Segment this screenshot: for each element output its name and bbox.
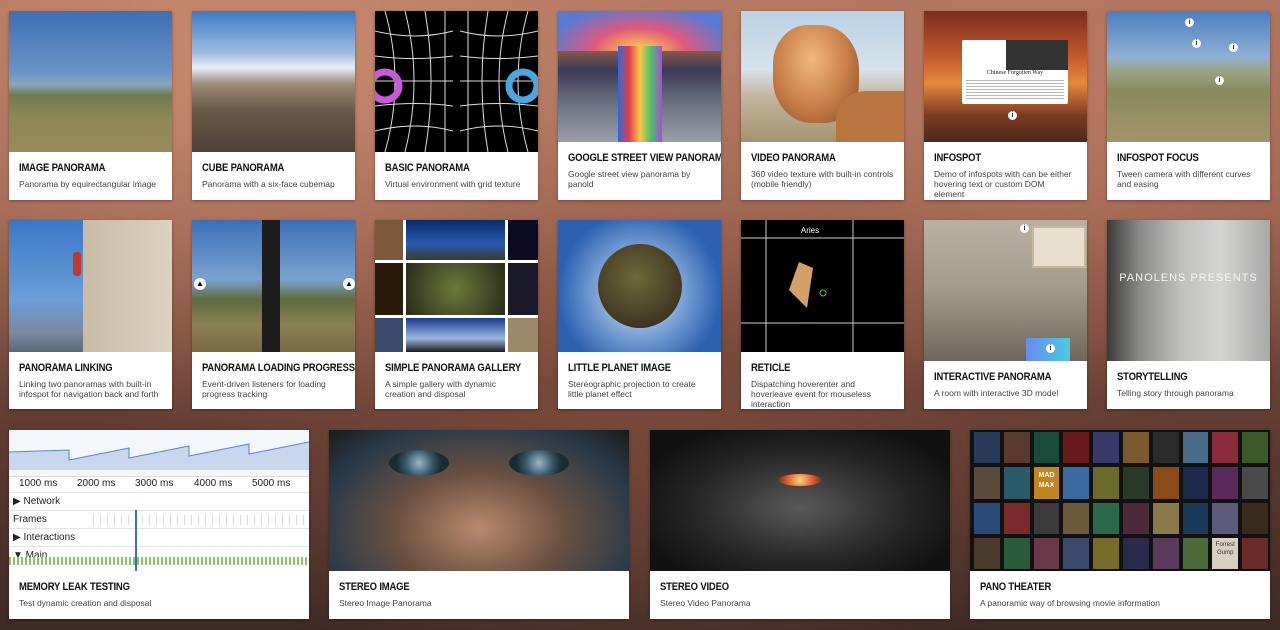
card-thumbnail: PANOLENS PRESENTS xyxy=(1107,220,1270,361)
card-description: Demo of infospots with can be either hov… xyxy=(934,169,1072,199)
card-description: 360 video texture with built-in controls… xyxy=(751,169,894,189)
card-description: A panoramic way of browsing movie inform… xyxy=(980,598,1160,608)
card-description: Stereo Image Panorama xyxy=(339,598,432,608)
card-title: STEREO VIDEO xyxy=(660,581,729,593)
interactions-row-label[interactable]: ▶ Interactions xyxy=(13,532,75,543)
info-icon[interactable]: i xyxy=(1192,39,1201,48)
card-title: MEMORY LEAK TESTING xyxy=(19,581,130,593)
card-description: Panorama with a six-face cubemap xyxy=(202,179,335,189)
card-video-panorama[interactable]: VIDEO PANORAMA 360 video texture with bu… xyxy=(741,11,904,200)
timeline-tick: 5000 ms xyxy=(252,478,291,489)
info-icon[interactable]: i xyxy=(1185,18,1194,27)
card-title: PANO THEATER xyxy=(980,581,1052,593)
card-stereo-image[interactable]: STEREO IMAGE Stereo Image Panorama xyxy=(329,430,629,619)
card-panorama-loading-progress[interactable]: ▲ ▲ PANORAMA LOADING PROGRESS Event-driv… xyxy=(192,220,355,409)
network-row-label[interactable]: ▶ Network xyxy=(13,496,60,507)
card-title: IMAGE PANORAMA xyxy=(19,162,106,174)
card-title: RETICLE xyxy=(751,362,791,374)
card-thumbnail xyxy=(375,220,538,352)
card-memory-leak-testing[interactable]: 1000 ms 2000 ms 3000 ms 4000 ms 5000 ms … xyxy=(9,430,309,619)
card-thumbnail: 1000 ms 2000 ms 3000 ms 4000 ms 5000 ms … xyxy=(9,430,309,571)
frames-row-label: Frames xyxy=(13,514,47,525)
card-thumbnail: Chinese Forgotten Way i xyxy=(924,11,1087,142)
card-title: CUBE PANORAMA xyxy=(202,162,285,174)
card-title: VIDEO PANORAMA xyxy=(751,152,836,164)
movie-poster[interactable]: MAD MAX xyxy=(1033,467,1060,499)
card-thumbnail xyxy=(558,220,721,352)
card-title: BASIC PANORAMA xyxy=(385,162,470,174)
arrow-up-icon[interactable]: ▲ xyxy=(194,278,206,290)
card-description: Virtual environment with grid texture xyxy=(385,179,521,189)
card-thumbnail: ▲ ▲ xyxy=(192,220,355,352)
card-description: Tween camera with different curves and e… xyxy=(1117,169,1251,189)
card-cube-panorama[interactable]: CUBE PANORAMA Panorama with a six-face c… xyxy=(192,11,355,200)
card-thumbnail: i i i i xyxy=(1107,11,1270,142)
card-description: Google street view panorama by panold xyxy=(568,169,691,189)
card-thumbnail xyxy=(375,11,538,152)
card-title: GOOGLE STREET VIEW PANORAMA xyxy=(568,152,721,164)
card-thumbnail xyxy=(9,220,172,352)
card-image-panorama[interactable]: IMAGE PANORAMA Panorama by equirectangul… xyxy=(9,11,172,200)
arrow-up-icon[interactable]: ▲ xyxy=(343,278,355,290)
card-title: INTERACTIVE PANORAMA xyxy=(934,371,1052,383)
infospot-popup-heading: Chinese Forgotten Way xyxy=(986,70,1044,76)
card-infospot[interactable]: Chinese Forgotten Way i INFOSPOT Demo of… xyxy=(924,11,1087,200)
movie-poster[interactable]: Forrest Gump xyxy=(1212,537,1239,569)
card-description: Dispatching hoverenter and hoverleave ev… xyxy=(751,379,872,409)
card-description: Panorama by equirectangular image xyxy=(19,179,157,189)
card-basic-panorama[interactable]: BASIC PANORAMA Virtual environment with … xyxy=(375,11,538,200)
card-title: LITTLE PLANET IMAGE xyxy=(568,362,671,374)
reticle-label: Aries xyxy=(800,226,820,235)
card-thumbnail xyxy=(558,11,721,142)
card-description: A simple gallery with dynamic creation a… xyxy=(385,379,497,399)
card-thumbnail xyxy=(192,11,355,152)
card-interactive-panorama[interactable]: i i INTERACTIVE PANORAMA A room with int… xyxy=(924,220,1087,409)
card-title: SIMPLE PANORAMA GALLERY xyxy=(385,362,522,374)
memory-graph xyxy=(9,430,309,477)
timeline-tick: 3000 ms xyxy=(135,478,174,489)
infospot-popup: Chinese Forgotten Way xyxy=(962,40,1068,104)
card-thumbnail xyxy=(650,430,950,571)
card-storytelling[interactable]: PANOLENS PRESENTS STORYTELLING Telling s… xyxy=(1107,220,1270,409)
card-title: STORYTELLING xyxy=(1117,371,1188,383)
card-title: STEREO IMAGE xyxy=(339,581,410,593)
card-thumbnail xyxy=(9,11,172,152)
card-description: Stereo Video Panorama xyxy=(660,598,751,608)
card-title: INFOSPOT FOCUS xyxy=(1117,152,1199,164)
card-thumbnail: i i xyxy=(924,220,1087,361)
info-icon[interactable]: i xyxy=(1215,76,1224,85)
card-thumbnail xyxy=(741,11,904,142)
info-icon[interactable]: i xyxy=(1020,224,1029,233)
card-description: Stereographic projection to create littl… xyxy=(568,379,696,399)
card-title: PANORAMA LOADING PROGRESS xyxy=(202,362,355,374)
info-icon[interactable]: i xyxy=(1008,111,1017,120)
info-icon[interactable]: i xyxy=(1229,43,1238,52)
card-title: INFOSPOT xyxy=(934,152,981,164)
timeline-tick: 4000 ms xyxy=(194,478,233,489)
storytelling-overlay-text: PANOLENS PRESENTS xyxy=(1119,272,1258,284)
timeline-tick: 1000 ms xyxy=(19,478,58,489)
card-description: Linking two panoramas with built-in info… xyxy=(19,379,159,399)
card-description: Telling story through panorama xyxy=(1117,388,1234,398)
card-stereo-video[interactable]: STEREO VIDEO Stereo Video Panorama xyxy=(650,430,950,619)
card-reticle[interactable]: Aries RETICLE Dispatching hoverenter and… xyxy=(741,220,904,409)
card-panorama-linking[interactable]: PANORAMA LINKING Linking two panoramas w… xyxy=(9,220,172,409)
info-icon[interactable]: i xyxy=(1046,344,1055,353)
performance-timeline: 1000 ms 2000 ms 3000 ms 4000 ms 5000 ms … xyxy=(9,430,309,571)
card-description: Test dynamic creation and disposal xyxy=(19,598,152,608)
card-thumbnail: MAD MAX Forrest Gump xyxy=(970,430,1270,571)
card-description: A room with interactive 3D model xyxy=(934,388,1059,398)
card-simple-panorama-gallery[interactable]: SIMPLE PANORAMA GALLERY A simple gallery… xyxy=(375,220,538,409)
grid-texture xyxy=(375,11,538,152)
card-title: PANORAMA LINKING xyxy=(19,362,113,374)
card-pano-theater[interactable]: MAD MAX Forrest Gump PANO THEATER A pano… xyxy=(970,430,1270,619)
card-thumbnail: Aries xyxy=(741,220,904,352)
card-little-planet-image[interactable]: LITTLE PLANET IMAGE Stereographic projec… xyxy=(558,220,721,409)
card-thumbnail xyxy=(329,430,629,571)
card-infospot-focus[interactable]: i i i i INFOSPOT FOCUS Tween camera with… xyxy=(1107,11,1270,200)
timeline-marker xyxy=(135,510,137,571)
card-description: Event-driven listeners for loading progr… xyxy=(202,379,326,399)
timeline-tick: 2000 ms xyxy=(77,478,116,489)
card-google-street-view-panorama[interactable]: GOOGLE STREET VIEW PANORAMA Google stree… xyxy=(558,11,721,200)
